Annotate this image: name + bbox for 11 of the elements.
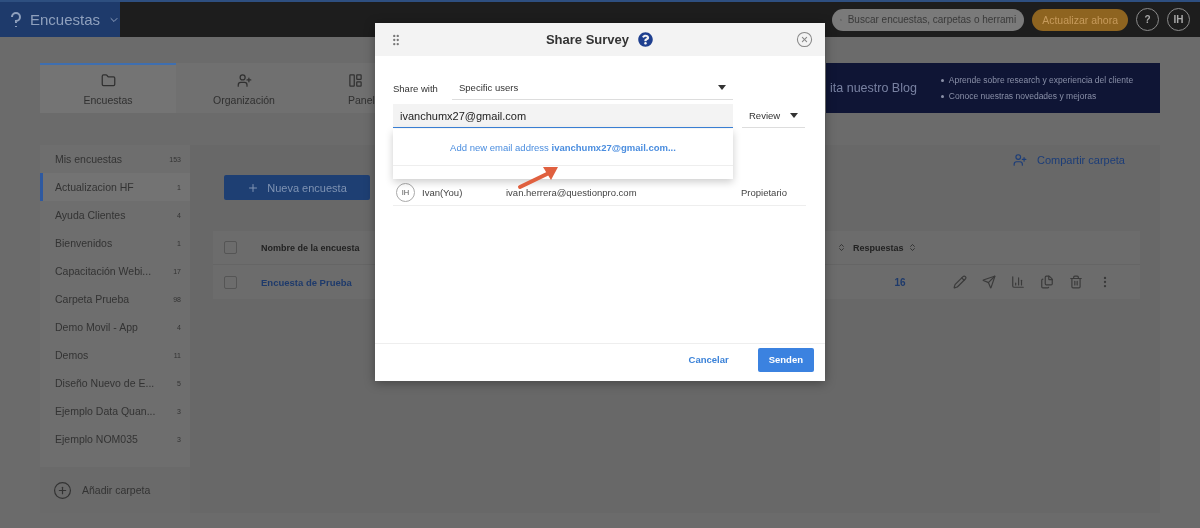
column-header: Nombre de la encuesta	[261, 242, 360, 253]
member-email: ivan.herrera@questionpro.com	[506, 186, 638, 198]
banner-bullet: Aprende sobre research y experiencia del cliente	[948, 74, 1134, 86]
member-role: Propietario	[741, 186, 787, 198]
banner-bullet: Conoce nuestras novedades y mejoras	[948, 90, 1097, 102]
dialog-title: Share Survey	[545, 32, 630, 47]
member-name: Ivan(You)	[422, 186, 464, 198]
responses-count: 16	[893, 276, 907, 288]
column-header: Respuestas	[853, 242, 904, 253]
share-with-label: Share with	[393, 82, 439, 94]
banner-title: ita nuestro Blog	[830, 81, 917, 95]
